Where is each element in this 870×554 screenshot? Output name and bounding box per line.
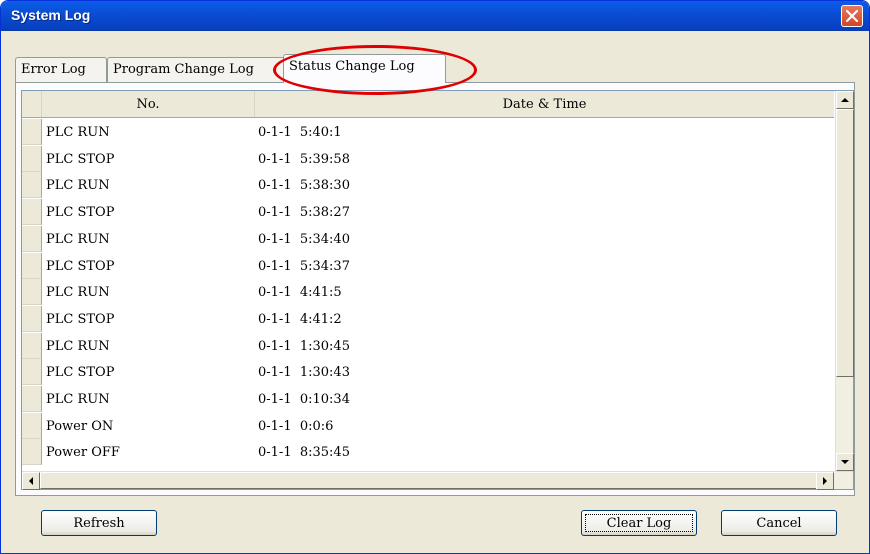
table-row[interactable]: PLC RUN 0-1-1 5:34:40 bbox=[22, 225, 834, 252]
refresh-button[interactable]: Refresh bbox=[41, 510, 157, 536]
arrow-down-icon bbox=[841, 460, 849, 464]
row-selector[interactable] bbox=[22, 386, 42, 412]
datetime-cell: 0-1-1 0:10:34 bbox=[258, 392, 350, 407]
table-row[interactable]: Power ON 0-1-1 0:0:6 bbox=[22, 412, 834, 439]
status-cell: PLC RUN bbox=[46, 392, 110, 407]
datetime-cell: 0-1-1 4:41:2 bbox=[258, 311, 342, 327]
table-row[interactable]: PLC RUN 0-1-1 5:40:1 bbox=[22, 119, 834, 145]
arrow-right-icon bbox=[823, 477, 827, 485]
column-header-datetime[interactable]: Date & Time bbox=[255, 91, 834, 117]
datetime-cell: 0-1-1 1:30:43 bbox=[258, 365, 350, 381]
tab-error-log[interactable]: Error Log bbox=[15, 57, 107, 82]
table-row[interactable]: PLC RUN 0-1-1 4:41:5 bbox=[22, 279, 834, 306]
horizontal-scrollbar[interactable] bbox=[22, 471, 853, 490]
window-title: System Log bbox=[11, 7, 91, 23]
datetime-cell: 0-1-1 5:39:58 bbox=[258, 151, 350, 167]
table-row[interactable]: PLC RUN 0-1-1 5:38:30 bbox=[22, 172, 834, 199]
table-row[interactable]: PLC STOP 0-1-1 5:34:37 bbox=[22, 252, 834, 279]
table-row[interactable]: PLC STOP 0-1-1 5:39:58 bbox=[22, 145, 834, 172]
scroll-left-button[interactable] bbox=[22, 472, 40, 490]
horizontal-scroll-thumb[interactable] bbox=[40, 472, 834, 489]
table-header: No. Date & Time bbox=[22, 91, 834, 118]
table-row[interactable]: Power OFF 0-1-1 8:35:45 bbox=[22, 439, 834, 466]
row-selector[interactable] bbox=[22, 279, 42, 306]
status-cell: PLC RUN bbox=[46, 338, 110, 354]
datetime-cell: 0-1-1 5:34:40 bbox=[258, 231, 350, 247]
vertical-scrollbar[interactable] bbox=[835, 91, 854, 472]
status-cell: PLC STOP bbox=[46, 311, 115, 327]
datetime-cell: 0-1-1 5:34:37 bbox=[258, 258, 350, 274]
table-row[interactable]: PLC STOP 0-1-1 1:30:43 bbox=[22, 359, 834, 386]
status-cell: PLC STOP bbox=[46, 205, 115, 221]
datetime-cell: 0-1-1 5:38:30 bbox=[258, 178, 350, 194]
scroll-up-button[interactable] bbox=[836, 91, 854, 109]
column-header-no[interactable]: No. bbox=[42, 91, 255, 117]
vertical-scroll-thumb[interactable] bbox=[836, 109, 854, 377]
row-selector[interactable] bbox=[22, 172, 42, 199]
row-selector[interactable] bbox=[22, 412, 42, 439]
status-cell: Power ON bbox=[46, 418, 114, 434]
datetime-cell: 0-1-1 8:35:45 bbox=[258, 445, 350, 461]
status-cell: PLC STOP bbox=[46, 365, 115, 381]
row-selector[interactable] bbox=[22, 439, 42, 466]
scroll-down-button[interactable] bbox=[836, 453, 854, 471]
status-cell: PLC RUN bbox=[46, 231, 110, 247]
close-button[interactable] bbox=[841, 5, 863, 27]
cancel-button[interactable]: Cancel bbox=[721, 510, 837, 536]
datetime-cell: 0-1-1 0:0:6 bbox=[258, 418, 334, 434]
tab-program-change-log[interactable]: Program Change Log bbox=[107, 57, 285, 82]
status-cell: PLC STOP bbox=[46, 258, 115, 274]
row-selector[interactable] bbox=[22, 252, 42, 279]
status-cell: PLC STOP bbox=[46, 151, 115, 167]
title-bar[interactable]: System Log bbox=[1, 1, 869, 31]
datetime-cell: 0-1-1 5:40:1 bbox=[258, 125, 342, 140]
status-cell: Power OFF bbox=[46, 445, 120, 461]
datetime-cell: 0-1-1 4:41:5 bbox=[258, 285, 342, 301]
scroll-right-button[interactable] bbox=[816, 472, 834, 490]
datetime-cell: 0-1-1 1:30:45 bbox=[258, 338, 350, 354]
status-cell: PLC RUN bbox=[46, 285, 110, 301]
focus-indicator bbox=[585, 514, 693, 532]
row-selector[interactable] bbox=[22, 199, 42, 226]
table-row[interactable]: PLC STOP 0-1-1 5:38:27 bbox=[22, 199, 834, 226]
row-selector[interactable] bbox=[22, 145, 42, 172]
header-corner bbox=[22, 91, 42, 117]
system-log-dialog: System Log Error Log Program Change Log … bbox=[0, 0, 870, 554]
row-selector[interactable] bbox=[22, 305, 42, 332]
table-row[interactable]: PLC STOP 0-1-1 4:41:2 bbox=[22, 305, 834, 332]
close-icon bbox=[846, 10, 858, 22]
row-selector[interactable] bbox=[22, 225, 42, 252]
datetime-cell: 0-1-1 5:38:27 bbox=[258, 205, 350, 221]
highlight-ellipse bbox=[273, 45, 477, 95]
table-row[interactable]: PLC RUN 0-1-1 0:10:34 bbox=[22, 386, 834, 412]
status-cell: PLC RUN bbox=[46, 178, 110, 194]
arrow-left-icon bbox=[29, 477, 33, 485]
row-selector[interactable] bbox=[22, 119, 42, 145]
row-selector[interactable] bbox=[22, 332, 42, 359]
row-selector[interactable] bbox=[22, 359, 42, 386]
table-row[interactable]: PLC RUN 0-1-1 1:30:45 bbox=[22, 332, 834, 359]
arrow-up-icon bbox=[841, 98, 849, 102]
status-log-table[interactable]: No. Date & Time PLC RUN 0-1-1 5:40:1 PLC S… bbox=[21, 90, 854, 490]
clear-log-button[interactable]: Clear Log bbox=[581, 510, 697, 536]
status-cell: PLC RUN bbox=[46, 125, 110, 140]
